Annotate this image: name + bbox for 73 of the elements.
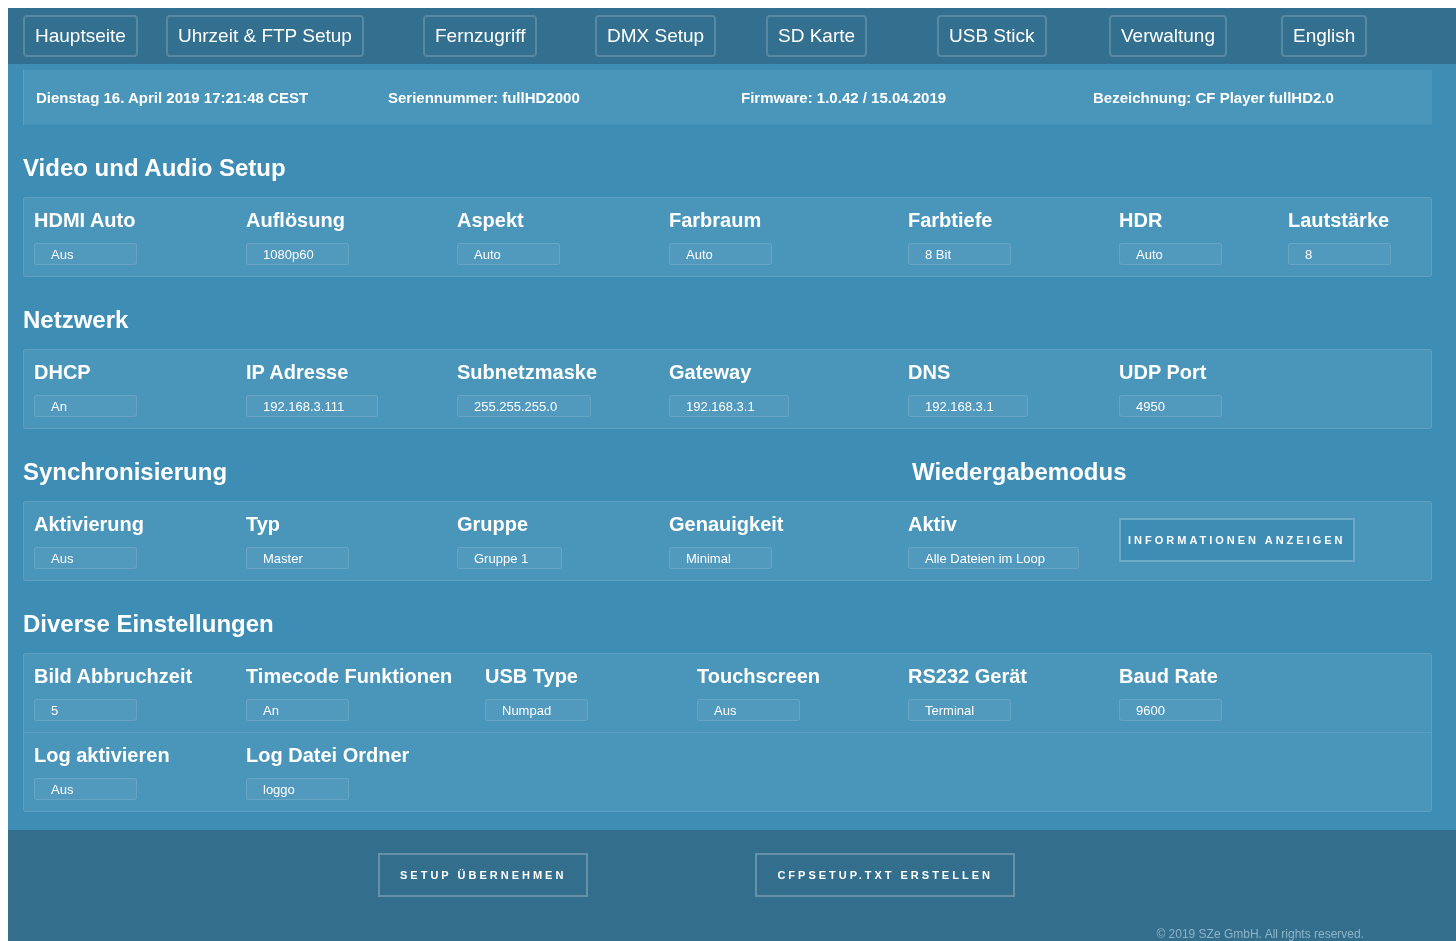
- select-field[interactable]: loggo: [246, 778, 349, 800]
- setting-label: DHCP: [34, 360, 91, 385]
- footer-button[interactable]: SETUP ÜBERNEHMEN: [378, 853, 589, 897]
- setting-label: Touchscreen: [697, 664, 820, 689]
- info-text: Dienstag 16. April 2019 17:21:48 CEST: [36, 89, 309, 106]
- select-field[interactable]: 5: [34, 699, 137, 721]
- nav-button[interactable]: SD Karte: [766, 15, 868, 57]
- show-info-button[interactable]: INFORMATIONEN ANZEIGEN: [1119, 518, 1355, 562]
- setting-label: Genauigkeit: [669, 512, 784, 537]
- select-field[interactable]: 4950: [1119, 395, 1222, 417]
- select-field[interactable]: Auto: [457, 243, 560, 265]
- setting-label: HDMI Auto: [34, 208, 136, 233]
- select-field[interactable]: 255.255.255.0: [457, 395, 592, 417]
- select-field[interactable]: Aus: [34, 778, 137, 800]
- nav-button[interactable]: English: [1281, 15, 1368, 57]
- nav-button[interactable]: Uhrzeit & FTP Setup: [166, 15, 364, 57]
- setting-label: Log aktivieren: [34, 743, 170, 768]
- section-title: Synchronisierung: [23, 457, 228, 486]
- select-field[interactable]: Master: [246, 547, 349, 569]
- setting-label: Gateway: [669, 360, 752, 385]
- section-title: Diverse Einstellungen: [23, 609, 274, 638]
- section-title: Video und Audio Setup: [23, 153, 286, 182]
- select-field[interactable]: 1080p60: [246, 243, 349, 265]
- nav-button[interactable]: Fernzugriff: [423, 15, 538, 57]
- nav-button[interactable]: DMX Setup: [595, 15, 717, 57]
- setting-label: Gruppe: [457, 512, 529, 537]
- setting-label: RS232 Gerät: [908, 664, 1027, 689]
- setting-label: Subnetzmaske: [457, 360, 598, 385]
- select-field[interactable]: Gruppe 1: [457, 547, 563, 569]
- setting-label: DNS: [908, 360, 951, 385]
- nav-button[interactable]: USB Stick: [937, 15, 1047, 57]
- setting-label: Aspekt: [457, 208, 524, 233]
- setting-label: UDP Port: [1119, 360, 1207, 385]
- info-text: Seriennummer: fullHD2000: [388, 89, 580, 106]
- footer-button[interactable]: CFPSETUP.TXT ERSTELLEN: [755, 853, 1015, 897]
- select-field[interactable]: Alle Dateien im Loop: [908, 547, 1079, 569]
- select-field[interactable]: 8: [1288, 243, 1391, 265]
- select-field[interactable]: 8 Bit: [908, 243, 1011, 265]
- setting-label: IP Adresse: [246, 360, 349, 385]
- select-field[interactable]: An: [246, 699, 349, 721]
- info-text: Bezeichnung: CF Player fullHD2.0: [1093, 89, 1334, 106]
- setting-label: Bild Abbruchzeit: [34, 664, 193, 689]
- info-text: Firmware: 1.0.42 / 15.04.2019: [741, 89, 947, 106]
- select-field[interactable]: Numpad: [485, 699, 588, 721]
- setting-label: Aktiv: [908, 512, 957, 537]
- setting-label: Baud Rate: [1119, 664, 1218, 689]
- select-field[interactable]: Aus: [34, 547, 137, 569]
- nav-button[interactable]: Hauptseite: [23, 15, 138, 57]
- select-field[interactable]: Auto: [669, 243, 772, 265]
- select-field[interactable]: Terminal: [908, 699, 1011, 721]
- select-field[interactable]: 192.168.3.1: [908, 395, 1028, 417]
- select-field[interactable]: Aus: [34, 243, 137, 265]
- nav-button[interactable]: Verwaltung: [1109, 15, 1227, 57]
- setting-label: Lautstärke: [1288, 208, 1390, 233]
- setting-label: Aktivierung: [34, 512, 145, 537]
- section-title: Wiedergabemodus: [912, 457, 1127, 486]
- setting-label: Log Datei Ordner: [246, 743, 410, 768]
- select-field[interactable]: 192.168.3.1: [669, 395, 789, 417]
- setting-label: Farbtiefe: [908, 208, 993, 233]
- copyright-text: © 2019 SZe GmbH. All rights reserved.: [1156, 927, 1364, 941]
- select-field[interactable]: An: [34, 395, 137, 417]
- setting-label: Typ: [246, 512, 281, 537]
- select-field[interactable]: 9600: [1119, 699, 1222, 721]
- setting-label: Timecode Funktionen: [246, 664, 453, 689]
- select-field[interactable]: Aus: [697, 699, 800, 721]
- select-field[interactable]: Minimal: [669, 547, 772, 569]
- section-title: Netzwerk: [23, 305, 129, 334]
- select-field[interactable]: Auto: [1119, 243, 1222, 265]
- setting-label: Auflösung: [246, 208, 345, 233]
- setting-label: Farbraum: [669, 208, 762, 233]
- setting-label: USB Type: [485, 664, 578, 689]
- setting-label: HDR: [1119, 208, 1163, 233]
- select-field[interactable]: 192.168.3.111: [246, 395, 379, 417]
